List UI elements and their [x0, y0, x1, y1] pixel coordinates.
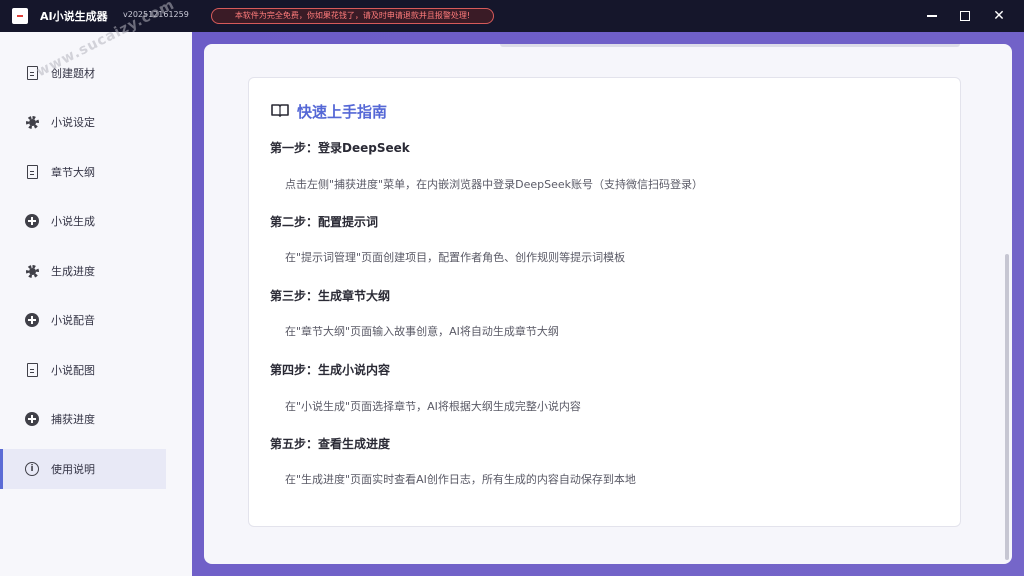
sidebar-item-novel-images[interactable]: 小说配图	[0, 350, 166, 390]
step-description: 在"生成进度"页面实时查看AI创作日志，所有生成的内容自动保存到本地	[285, 473, 636, 486]
guide-title: 快速上手指南	[297, 103, 388, 121]
sidebar: 创建题材 小说设定 章节大纲 小说生成 生成进度 小说配音 小说配图 捕获进度 …	[0, 32, 192, 576]
app-logo-icon	[12, 8, 28, 24]
minimize-button[interactable]	[920, 4, 944, 28]
gear-icon	[25, 115, 39, 129]
book-icon	[271, 104, 289, 117]
sidebar-item-create-topic[interactable]: 创建题材	[0, 53, 166, 93]
warning-badge: 本软件为完全免费，你如果花钱了，请及时申请退款并且报警处理!	[211, 8, 494, 24]
sidebar-item-label: 小说设定	[51, 116, 95, 129]
sidebar-item-label: 使用说明	[51, 463, 95, 476]
step-description: 在"提示词管理"页面创建项目，配置作者角色、创作规则等提示词模板	[285, 251, 626, 264]
step-description: 点击左侧"捕获进度"菜单，在内嵌浏览器中登录DeepSeek账号（支持微信扫码登…	[285, 178, 703, 191]
sidebar-item-novel-voice[interactable]: 小说配音	[0, 300, 166, 340]
step-title: 第五步：查看生成进度	[270, 437, 391, 451]
sidebar-item-novel-settings[interactable]: 小说设定	[0, 102, 166, 142]
sidebar-item-instructions[interactable]: i 使用说明	[0, 449, 166, 489]
gear-icon	[25, 264, 39, 278]
sidebar-item-label: 小说配图	[51, 364, 95, 377]
plus-circle-icon	[25, 412, 39, 426]
step-description: 在"小说生成"页面选择章节，AI将根据大纲生成完整小说内容	[285, 400, 581, 413]
document-icon	[26, 165, 38, 179]
step-title: 第一步：登录DeepSeek	[270, 141, 410, 155]
sidebar-item-label: 小说配音	[51, 314, 95, 327]
plus-circle-icon	[25, 313, 39, 327]
document-icon	[26, 363, 38, 377]
step-title: 第二步：配置提示词	[270, 215, 379, 229]
maximize-button[interactable]	[953, 4, 977, 28]
sidebar-item-generate-progress[interactable]: 生成进度	[0, 251, 166, 291]
sidebar-item-label: 章节大纲	[51, 166, 95, 179]
sidebar-item-chapter-outline[interactable]: 章节大纲	[0, 152, 166, 192]
top-card-fragment	[500, 44, 960, 47]
step-title: 第三步：生成章节大纲	[270, 289, 391, 303]
info-icon: i	[25, 462, 39, 476]
step-description: 在"章节大纲"页面输入故事创意，AI将自动生成章节大纲	[285, 325, 559, 338]
plus-circle-icon	[25, 214, 39, 228]
sidebar-item-label: 小说生成	[51, 215, 95, 228]
sidebar-item-novel-generate[interactable]: 小说生成	[0, 201, 166, 241]
maximize-icon	[960, 11, 970, 21]
sidebar-item-capture-progress[interactable]: 捕获进度	[0, 399, 166, 439]
minimize-icon	[927, 15, 937, 17]
sidebar-item-label: 生成进度	[51, 265, 95, 278]
close-button[interactable]: ✕	[987, 4, 1011, 28]
app-title: AI小说生成器	[40, 10, 108, 23]
scrollbar-thumb[interactable]	[1005, 254, 1009, 560]
close-icon: ✕	[993, 8, 1005, 24]
step-title: 第四步：生成小说内容	[270, 363, 391, 377]
sidebar-item-label: 捕获进度	[51, 413, 95, 426]
